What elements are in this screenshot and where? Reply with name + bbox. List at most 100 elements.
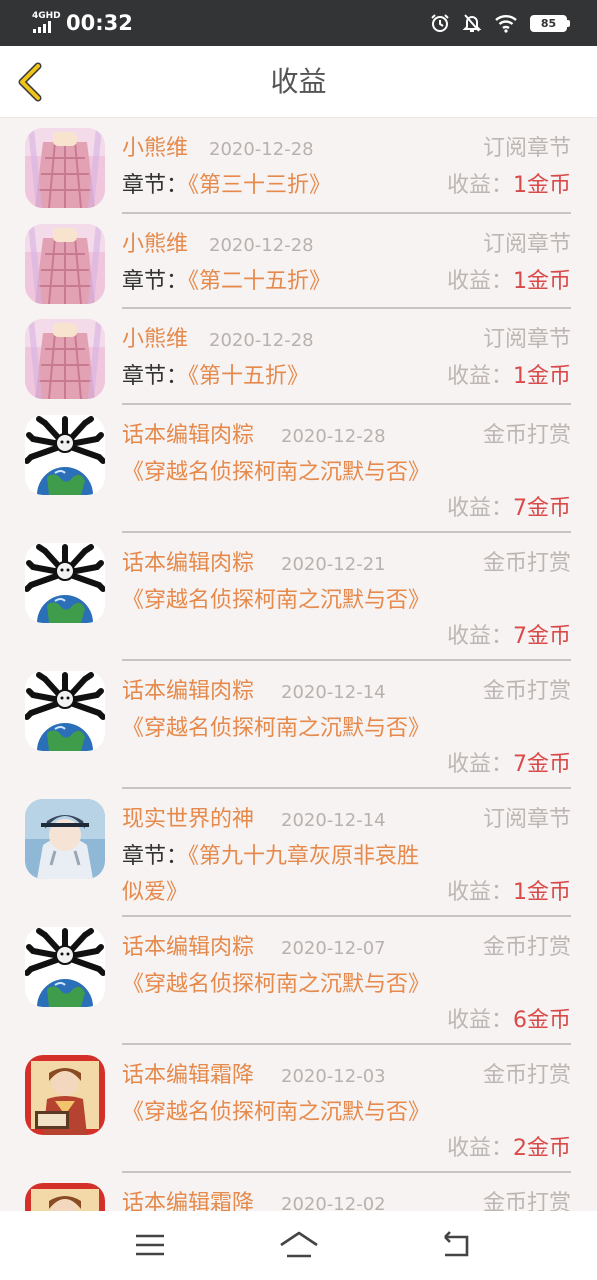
user-name[interactable]: 小熊维	[122, 132, 188, 166]
item-date: 2020-12-03	[281, 1065, 386, 1087]
mute-bell-icon	[462, 14, 482, 32]
battery-icon: 85	[530, 14, 570, 32]
network-type: 4GHD	[32, 11, 61, 21]
earning-type: 订阅章节	[482, 136, 571, 161]
chapter-info: 《穿越名侦探柯南之沉默与否》	[122, 967, 430, 1003]
earning-amount: 收益：1金币	[447, 264, 571, 300]
status-icons: 85	[430, 11, 570, 35]
home-button[interactable]	[279, 1229, 319, 1261]
earn-label: 收益：	[446, 623, 513, 649]
earning-amount: 收益：2金币	[447, 1131, 571, 1167]
item-date: 2020-12-28	[209, 330, 314, 351]
work-title[interactable]: 《第二十五折》	[188, 269, 331, 294]
earn-label: 收益：	[446, 751, 513, 777]
amount-value: 6金币	[513, 1007, 571, 1033]
amount-value: 7金币	[513, 495, 571, 521]
avatar[interactable]	[25, 926, 105, 1007]
user-name[interactable]: 话本编辑肉粽	[122, 419, 254, 453]
item-info: 话本编辑肉粽 2020-12-07 金币打赏 《穿越名侦探柯南之沉默与否》 收益：6金币	[122, 917, 571, 1045]
user-name[interactable]: 现实世界的神	[122, 803, 254, 837]
item-date: 2020-12-07	[281, 937, 386, 959]
user-name[interactable]: 话本编辑霜降	[122, 1059, 254, 1093]
work-title[interactable]: 《穿越名侦探柯南之沉默与否》	[122, 972, 430, 997]
chapter-label: 章节：	[122, 364, 189, 389]
chapter-label: 章节：	[122, 268, 189, 294]
avatar[interactable]	[25, 414, 105, 495]
earn-label: 收益：	[446, 1007, 513, 1033]
amount-value: 1金币	[513, 879, 571, 905]
avatar[interactable]	[25, 1182, 105, 1211]
item-date: 2020-12-28	[209, 139, 314, 160]
wifi-icon	[495, 15, 517, 33]
earn-label: 收益：	[446, 173, 513, 198]
list-item[interactable]: 现实世界的神 2020-12-14 订阅章节 章节：《第九十九章灰原非哀胜似爱》 收益：…	[0, 789, 597, 917]
avatar[interactable]	[25, 223, 105, 304]
chapter-info: 《穿越名侦探柯南之沉默与否》	[122, 583, 430, 619]
amount-value: 7金币	[513, 751, 571, 777]
chevron-left-icon	[18, 62, 42, 102]
item-info: 现实世界的神 2020-12-14 订阅章节 章节：《第九十九章灰原非哀胜似爱》 收益：…	[122, 789, 571, 917]
work-title[interactable]: 《第十五折》	[188, 364, 309, 389]
user-name[interactable]: 话本编辑肉粽	[122, 931, 254, 965]
item-info: 话本编辑肉粽 2020-12-14 金币打赏《穿越名侦探柯南之沉默与否》 收益：7金币	[122, 661, 571, 789]
item-info: 话本编辑霜降 2020-12-03 金币打赏《穿越名侦探柯南之沉默与否》 收益：2金币	[122, 1045, 571, 1173]
list-item[interactable]: 小熊维 2020-12-28 订阅章节 章节：《第二十五折》 收益：1金币	[0, 214, 597, 309]
item-info: 话本编辑霜降 2020-12-02 金币打赏	[122, 1173, 571, 1212]
earning-type: 金币打赏	[482, 1190, 571, 1212]
work-title[interactable]: 《穿越名侦探柯南之沉默与否》	[122, 588, 430, 613]
earnings-list[interactable]: 小熊维 2020-12-28 订阅章节 章节：《第三十三折》 收益：1金币 小熊维 2020…	[0, 118, 597, 1211]
home-icon	[280, 1231, 318, 1258]
list-item[interactable]: 小熊维 2020-12-28 订阅章节 章节：《第三十三折》 收益：1金币	[0, 118, 597, 214]
user-name[interactable]: 话本编辑肉粽	[122, 675, 254, 709]
earning-amount: 收益：7金币	[447, 491, 571, 527]
amount-value: 1金币	[513, 268, 571, 294]
menu-button[interactable]	[130, 1229, 170, 1261]
item-date: 2020-12-28	[281, 425, 386, 447]
earn-label: 收益：	[446, 364, 513, 389]
avatar[interactable]	[25, 670, 105, 751]
status-bar: 4GHD 00:32 85	[0, 0, 597, 46]
signal-icon	[33, 21, 57, 33]
work-title[interactable]: 《穿越名侦探柯南之沉默与否》	[122, 460, 430, 485]
avatar[interactable]	[25, 1054, 105, 1135]
list-item[interactable]: 小熊维 2020-12-28 订阅章节 章节：《第十五折》 收益：1金币	[0, 309, 597, 405]
list-item[interactable]: 话本编辑肉粽 2020-12-21 金币打赏 《穿越名侦探柯南之沉默与否》 收益：7金币	[0, 533, 597, 661]
list-item[interactable]: 话本编辑霜降 2020-12-02 金币打赏	[0, 1173, 597, 1212]
back-button[interactable]	[10, 58, 54, 106]
chapter-info: 章节：《第九十九章灰原非哀胜似爱》	[122, 839, 426, 911]
chapter-info: 《穿越名侦探柯南之沉默与否》	[122, 1095, 430, 1131]
item-info: 小熊维 2020-12-28 订阅章节 章节：《第三十三折》 收益：1金币	[122, 118, 571, 214]
user-name[interactable]: 话本编辑霜降	[122, 1187, 254, 1212]
earning-amount: 收益：1金币	[447, 168, 571, 204]
earning-type: 金币打赏	[482, 1062, 571, 1088]
work-title[interactable]: 《第三十三折》	[188, 173, 331, 198]
list-item[interactable]: 话本编辑肉粽 2020-12-07 金币打赏 《穿越名侦探柯南之沉默与否》 收益：6金币	[0, 917, 597, 1045]
menu-icon	[136, 1234, 164, 1256]
alarm-icon	[431, 14, 449, 32]
back-nav-button[interactable]	[435, 1229, 475, 1261]
list-item[interactable]: 话本编辑肉粽 2020-12-14 金币打赏《穿越名侦探柯南之沉默与否》 收益：7金币	[0, 661, 597, 789]
earning-type: 金币打赏	[482, 422, 571, 448]
item-info: 小熊维 2020-12-28 订阅章节 章节：《第二十五折》 收益：1金币	[122, 214, 571, 309]
user-name[interactable]: 话本编辑肉粽	[122, 547, 254, 581]
avatar[interactable]	[25, 542, 105, 623]
user-name[interactable]: 小熊维	[122, 228, 188, 262]
back-arrow-icon	[444, 1231, 469, 1257]
chapter-info: 《穿越名侦探柯南之沉默与否》	[122, 455, 430, 491]
list-item[interactable]: 话本编辑肉粽 2020-12-28 金币打赏《穿越名侦探柯南之沉默与否》 收益：7金币	[0, 405, 597, 533]
amount-value: 1金币	[513, 173, 571, 198]
earn-label: 收益：	[446, 879, 513, 905]
amount-value: 7金币	[513, 623, 571, 649]
earning-amount: 收益：1金币	[447, 359, 571, 395]
avatar[interactable]	[25, 319, 105, 399]
page-title: 收益	[270, 65, 327, 98]
earning-type: 金币打赏	[482, 678, 571, 704]
work-title[interactable]: 《穿越名侦探柯南之沉默与否》	[122, 716, 430, 741]
item-date: 2020-12-14	[281, 681, 386, 703]
avatar[interactable]	[25, 128, 105, 208]
earning-amount: 收益：1金币	[447, 875, 571, 911]
list-item[interactable]: 话本编辑霜降 2020-12-03 金币打赏《穿越名侦探柯南之沉默与否》 收益：2金币	[0, 1045, 597, 1173]
avatar[interactable]	[25, 798, 105, 879]
user-name[interactable]: 小熊维	[122, 323, 188, 357]
work-title[interactable]: 《穿越名侦探柯南之沉默与否》	[122, 1100, 430, 1125]
